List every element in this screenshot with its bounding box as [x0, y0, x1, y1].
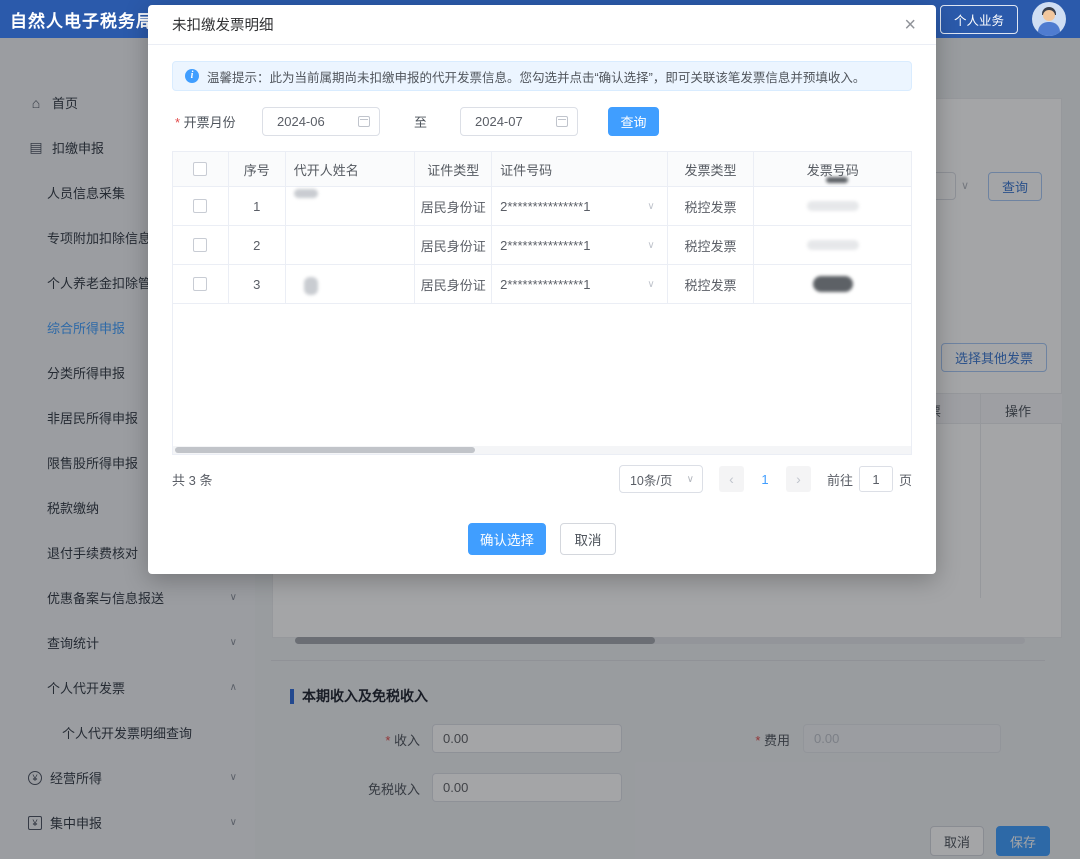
avatar-face [1043, 10, 1055, 21]
calendar-icon [358, 116, 370, 127]
header-cert-type: 证件类型 [415, 152, 492, 187]
next-page-button[interactable]: › [786, 466, 811, 492]
page-size-value: 10条/页 [630, 470, 672, 489]
redacted-name [304, 277, 318, 295]
app-title: 自然人电子税务局 [10, 7, 154, 32]
table-row[interactable]: 2 居民身份证 2***************1 ∨ 税控发票 [173, 226, 911, 265]
table-horizontal-scrollbar[interactable] [173, 446, 911, 454]
cell-cert-no: 2***************1 ∨ [492, 226, 668, 265]
header-right: 个人业务 [940, 0, 1066, 38]
redacted-name [294, 189, 318, 198]
cert-no-value: 2***************1 [500, 238, 590, 253]
row-checkbox[interactable] [193, 238, 207, 252]
row-checkbox[interactable] [193, 199, 207, 213]
redaction-smudge [826, 177, 848, 183]
personal-business-button[interactable]: 个人业务 [940, 5, 1018, 34]
modal-query-button[interactable]: 查询 [608, 107, 659, 136]
modal-header: 未扣缴发票明细 × [148, 5, 936, 45]
table-header-row: 序号 代开人姓名 证件类型 证件号码 发票类型 发票号码 [173, 152, 911, 187]
goto-page-input[interactable] [859, 466, 893, 492]
cell-payee-name [286, 265, 416, 304]
date-range-to-label: 至 [414, 112, 427, 131]
pagination-bar: 共 3 条 10条/页 ∨ ‹ 1 › 前往 页 [172, 465, 912, 493]
goto-label: 前往 [827, 470, 853, 489]
modal-title: 未扣缴发票明细 [172, 14, 274, 35]
page-size-select[interactable]: 10条/页 ∨ [619, 465, 703, 493]
redacted-invoice-no [807, 201, 859, 211]
cert-no-value: 2***************1 [500, 199, 590, 214]
redacted-invoice-no [807, 240, 859, 250]
pagination-controls: 10条/页 ∨ ‹ 1 › 前往 页 [619, 465, 912, 493]
unwithheld-invoice-modal: 未扣缴发票明细 × i 温馨提示：此为当前属期尚未扣缴申报的代开发票信息。您勾选… [148, 5, 936, 574]
redacted-invoice-no [813, 276, 853, 292]
cell-cert-type: 居民身份证 [415, 226, 492, 265]
chevron-down-icon[interactable]: ∨ [647, 201, 654, 212]
invoice-table: 序号 代开人姓名 证件类型 证件号码 发票类型 发票号码 1 居民身份证 2**… [172, 151, 912, 455]
select-all-cell [173, 152, 229, 187]
header-invoice-no-label: 发票号码 [807, 160, 859, 179]
tip-text: 温馨提示：此为当前属期尚未扣缴申报的代开发票信息。您勾选并点击“确认选择”，即可… [207, 67, 865, 86]
modal-cancel-button[interactable]: 取消 [560, 523, 616, 555]
date-to-picker[interactable] [460, 107, 578, 136]
prev-page-button[interactable]: ‹ [719, 466, 744, 492]
cell-payee-name [286, 187, 416, 226]
cell-seq: 1 [229, 187, 286, 226]
table-scrollbar-thumb[interactable] [175, 447, 475, 453]
date-from-picker[interactable] [262, 107, 380, 136]
header-seq: 序号 [229, 152, 286, 187]
info-icon: i [185, 69, 199, 83]
date-to-input[interactable] [461, 114, 547, 129]
avatar-body [1038, 22, 1060, 36]
chevron-down-icon: ∨ [687, 474, 694, 485]
header-invoice-no: 发票号码 [754, 152, 911, 187]
chevron-down-icon[interactable]: ∨ [647, 279, 654, 290]
row-select-cell [173, 265, 229, 304]
cell-cert-type: 居民身份证 [415, 265, 492, 304]
cell-invoice-no [754, 226, 911, 265]
row-select-cell [173, 226, 229, 265]
select-all-checkbox[interactable] [193, 162, 207, 176]
cell-invoice-type: 税控发票 [668, 265, 755, 304]
header-invoice-type: 发票类型 [668, 152, 755, 187]
cell-cert-no: 2***************1 ∨ [492, 187, 668, 226]
table-row[interactable]: 3 居民身份证 2***************1 ∨ 税控发票 [173, 265, 911, 304]
table-body: 1 居民身份证 2***************1 ∨ 税控发票 2 居民身份证 [173, 187, 911, 304]
cell-invoice-type: 税控发票 [668, 187, 755, 226]
total-count: 共 3 条 [172, 470, 212, 489]
cell-payee-name [286, 226, 416, 265]
cell-seq: 2 [229, 226, 286, 265]
close-icon[interactable]: × [904, 15, 916, 35]
date-filter-row: 开票月份 至 查询 [175, 107, 912, 136]
row-checkbox[interactable] [193, 277, 207, 291]
cell-invoice-no [754, 265, 911, 304]
cell-invoice-no [754, 187, 911, 226]
current-page[interactable]: 1 [758, 472, 772, 487]
cert-no-value: 2***************1 [500, 277, 590, 292]
table-row[interactable]: 1 居民身份证 2***************1 ∨ 税控发票 [173, 187, 911, 226]
date-from-input[interactable] [263, 114, 349, 129]
user-avatar[interactable] [1032, 2, 1066, 36]
cell-cert-no: 2***************1 ∨ [492, 265, 668, 304]
modal-footer: 确认选择 取消 [148, 523, 936, 555]
app-root: 自然人电子税务局 个人业务 ⌂ 首页 ▤ 扣缴申报 人员信息采集 专项附加扣除信… [0, 0, 1080, 859]
cell-seq: 3 [229, 265, 286, 304]
header-payee-name: 代开人姓名 [286, 152, 416, 187]
chevron-down-icon[interactable]: ∨ [647, 240, 654, 251]
row-select-cell [173, 187, 229, 226]
cell-invoice-type: 税控发票 [668, 226, 755, 265]
calendar-icon [556, 116, 568, 127]
header-cert-no: 证件号码 [492, 152, 668, 187]
invoice-month-label: 开票月份 [175, 112, 241, 131]
confirm-select-button[interactable]: 确认选择 [468, 523, 546, 555]
tip-banner: i 温馨提示：此为当前属期尚未扣缴申报的代开发票信息。您勾选并点击“确认选择”，… [172, 61, 912, 91]
page-unit-label: 页 [899, 470, 912, 489]
cell-cert-type: 居民身份证 [415, 187, 492, 226]
